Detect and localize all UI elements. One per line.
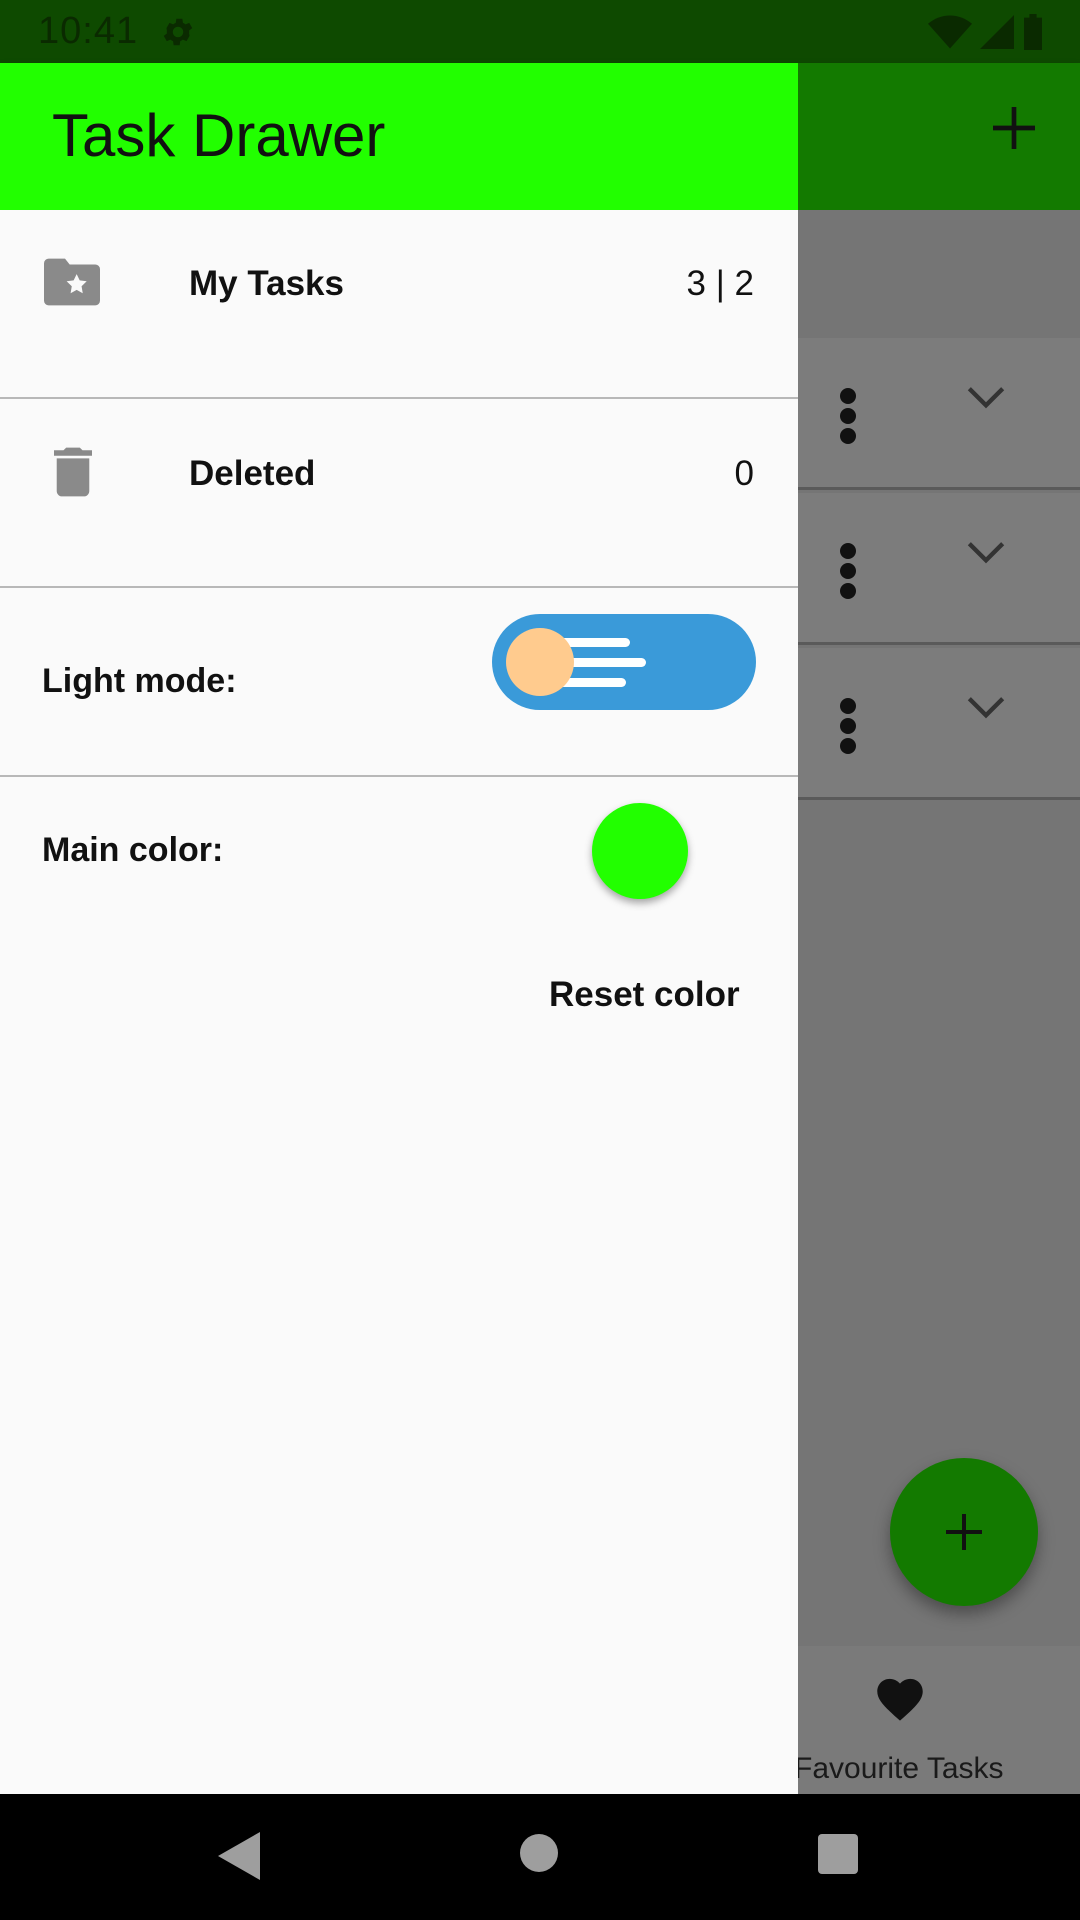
battery-icon [1024, 14, 1042, 50]
system-navigation-bar [0, 1794, 1080, 1920]
reset-color-button[interactable]: Reset color [549, 975, 740, 1015]
more-vert-icon[interactable] [836, 541, 860, 601]
chevron-down-icon[interactable] [966, 537, 1006, 567]
drawer-item-my-tasks[interactable]: My Tasks 3 | 2 [0, 210, 798, 399]
more-vert-icon[interactable] [836, 696, 860, 756]
favourite-tasks-tab-label[interactable]: Favourite Tasks [794, 1752, 1004, 1786]
settings-gear-icon [163, 18, 193, 46]
drawer-item-label: Deleted [189, 454, 316, 493]
signal-icon [980, 15, 1014, 49]
sun-icon [506, 628, 574, 696]
more-vert-icon[interactable] [836, 386, 860, 446]
drawer-header: Task Drawer [0, 63, 798, 210]
drawer-item-deleted[interactable]: Deleted 0 [0, 399, 798, 588]
main-color-label: Main color: [42, 831, 224, 869]
drawer-item-label: My Tasks [189, 264, 344, 303]
wifi-icon [928, 15, 972, 49]
add-icon [946, 1514, 982, 1550]
chevron-down-icon[interactable] [966, 692, 1006, 722]
status-icons [928, 14, 1044, 50]
heart-icon[interactable] [872, 1672, 928, 1722]
light-mode-toggle[interactable] [492, 614, 756, 710]
navigation-drawer: Task Drawer My Tasks 3 | 2 Deleted 0 Lig… [0, 63, 798, 1794]
add-icon[interactable] [986, 100, 1042, 156]
recents-button[interactable] [818, 1834, 858, 1874]
trash-icon [54, 447, 92, 497]
chevron-down-icon[interactable] [966, 382, 1006, 412]
status-time: 10:41 [38, 10, 139, 52]
deleted-count: 0 [734, 454, 754, 493]
task-count: 3 | 2 [686, 264, 754, 303]
back-icon[interactable] [218, 1832, 260, 1880]
folder-star-icon [44, 258, 100, 306]
add-task-fab[interactable] [890, 1458, 1038, 1606]
status-bar: 10:41 [0, 0, 1080, 63]
main-color-swatch[interactable] [592, 803, 688, 899]
drawer-title: Task Drawer [52, 102, 386, 169]
light-mode-label: Light mode: [42, 662, 237, 700]
home-button[interactable] [520, 1834, 558, 1872]
